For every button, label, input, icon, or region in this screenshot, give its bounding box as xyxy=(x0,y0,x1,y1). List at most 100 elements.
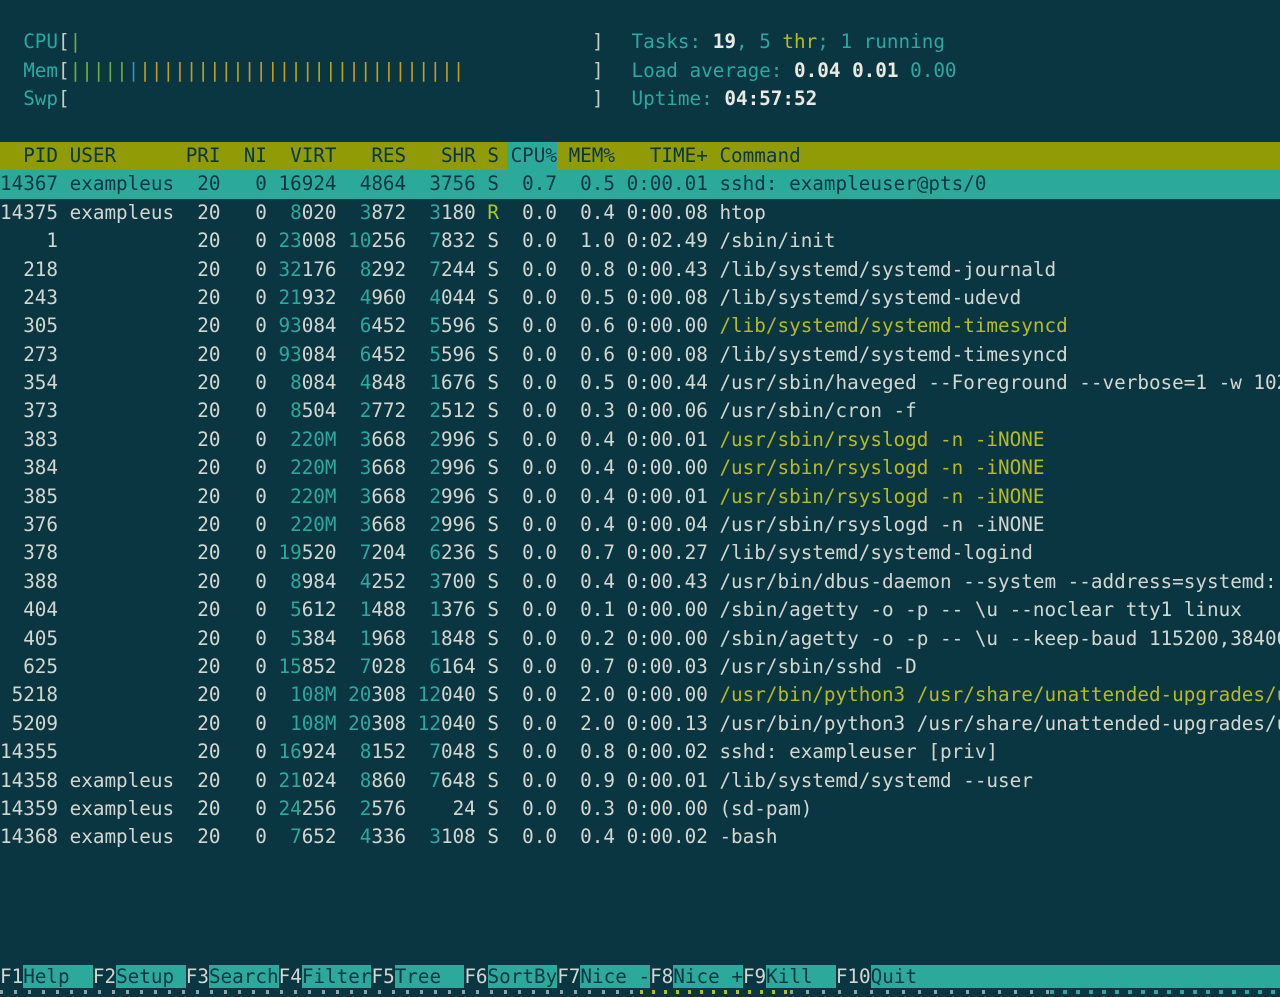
cell-time: 0:00.01 xyxy=(627,170,708,198)
fkey-action-kill[interactable]: Kill xyxy=(766,965,836,988)
column-header-mem[interactable]: MEM% xyxy=(569,142,615,170)
cell-s: S xyxy=(487,369,499,397)
column-header-cmd[interactable]: Command xyxy=(719,142,1280,170)
process-row-pid-384[interactable]: 384 20 0 220M 3668 2996 S 0.0 0.4 0:00.0… xyxy=(0,454,1280,482)
column-header-s[interactable]: S xyxy=(487,142,499,170)
process-row-pid-625[interactable]: 625 20 0 15852 7028 6164 S 0.0 0.7 0:00.… xyxy=(0,653,1280,681)
cell-pri: 20 xyxy=(186,511,221,539)
cell-time: 0:00.00 xyxy=(627,795,708,823)
column-header-shr[interactable]: SHR xyxy=(418,142,476,170)
process-row-pid-383[interactable]: 383 20 0 220M 3668 2996 S 0.0 0.4 0:00.0… xyxy=(0,426,1280,454)
cell-ni: 0 xyxy=(232,596,267,624)
cell-virt: 8504 xyxy=(279,397,337,425)
cell-cmd: /lib/systemd/systemd-timesyncd xyxy=(719,312,1280,340)
swp-meter-label: Swp xyxy=(23,85,58,113)
cell-virt: 93084 xyxy=(279,312,337,340)
cell-res: 3668 xyxy=(348,426,406,454)
fkey-f3[interactable]: F3 xyxy=(186,965,209,988)
fkey-action-quit[interactable]: Quit xyxy=(871,965,1280,988)
process-row-pid-14368[interactable]: 14368 exampleus 20 0 7652 4336 3108 S 0.… xyxy=(0,823,1280,851)
column-header-pri[interactable]: PRI xyxy=(186,142,221,170)
cell-shr: 12040 xyxy=(418,710,476,738)
cell-cpu: 0.0 xyxy=(511,738,557,766)
cell-mem: 0.5 xyxy=(569,170,615,198)
cell-ni: 0 xyxy=(232,710,267,738)
cell-mem: 0.2 xyxy=(569,625,615,653)
process-row-pid-373[interactable]: 373 20 0 8504 2772 2512 S 0.0 0.3 0:00.0… xyxy=(0,397,1280,425)
column-header-virt[interactable]: VIRT xyxy=(279,142,337,170)
cell-time: 0:00.08 xyxy=(627,341,708,369)
fkey-f9[interactable]: F9 xyxy=(743,965,766,988)
process-row-pid-14358[interactable]: 14358 exampleus 20 0 21024 8860 7648 S 0… xyxy=(0,767,1280,795)
cell-cpu: 0.0 xyxy=(511,625,557,653)
fkey-action-setup[interactable]: Setup xyxy=(116,965,186,988)
process-row-pid-385[interactable]: 385 20 0 220M 3668 2996 S 0.0 0.4 0:00.0… xyxy=(0,483,1280,511)
cell-shr: 2996 xyxy=(418,454,476,482)
fkey-f4[interactable]: F4 xyxy=(279,965,302,988)
fkey-f5[interactable]: F5 xyxy=(371,965,394,988)
cell-res: 3668 xyxy=(348,454,406,482)
mem-meter-label: Mem xyxy=(23,57,58,85)
cell-cpu: 0.0 xyxy=(511,483,557,511)
process-row-pid-305[interactable]: 305 20 0 93084 6452 5596 S 0.0 0.6 0:00.… xyxy=(0,312,1280,340)
cell-mem: 0.5 xyxy=(569,369,615,397)
cell-cmd: /usr/sbin/sshd -D xyxy=(719,653,1280,681)
process-row-pid-14375[interactable]: 14375 exampleus 20 0 8020 3872 3180 R 0.… xyxy=(0,199,1280,227)
process-row-pid-1[interactable]: 1 20 0 23008 10256 7832 S 0.0 1.0 0:02.4… xyxy=(0,227,1280,255)
cell-cmd: /lib/systemd/systemd-udevd xyxy=(719,284,1280,312)
process-row-pid-14355[interactable]: 14355 20 0 16924 8152 7048 S 0.0 0.8 0:0… xyxy=(0,738,1280,766)
fkey-f8[interactable]: F8 xyxy=(650,965,673,988)
cell-s: S xyxy=(487,653,499,681)
fkey-action-help[interactable]: Help xyxy=(23,965,93,988)
column-header-user[interactable]: USER xyxy=(70,142,174,170)
process-row-pid-388[interactable]: 388 20 0 8984 4252 3700 S 0.0 0.4 0:00.4… xyxy=(0,568,1280,596)
fkey-action-search[interactable]: Search xyxy=(209,965,279,988)
process-row-pid-5209[interactable]: 5209 20 0 108M 20308 12040 S 0.0 2.0 0:0… xyxy=(0,710,1280,738)
cell-s: S xyxy=(487,539,499,567)
process-row-pid-5218[interactable]: 5218 20 0 108M 20308 12040 S 0.0 2.0 0:0… xyxy=(0,681,1280,709)
process-row-pid-14359[interactable]: 14359 exampleus 20 0 24256 2576 24 S 0.0… xyxy=(0,795,1280,823)
fkey-f6[interactable]: F6 xyxy=(464,965,487,988)
column-header-time[interactable]: TIME+ xyxy=(627,142,708,170)
fkey-action-filter[interactable]: Filter xyxy=(302,965,372,988)
cell-pid: 218 xyxy=(0,256,58,284)
process-row-pid-218[interactable]: 218 20 0 32176 8292 7244 S 0.0 0.8 0:00.… xyxy=(0,256,1280,284)
cell-virt: 220M xyxy=(279,426,337,454)
cell-cpu: 0.0 xyxy=(511,227,557,255)
cell-ni: 0 xyxy=(232,227,267,255)
process-row-pid-378[interactable]: 378 20 0 19520 7204 6236 S 0.0 0.7 0:00.… xyxy=(0,539,1280,567)
fkey-action-sortby[interactable]: SortBy xyxy=(488,965,558,988)
fkey-f1[interactable]: F1 xyxy=(0,965,23,988)
process-row-pid-354[interactable]: 354 20 0 8084 4848 1676 S 0.0 0.5 0:00.4… xyxy=(0,369,1280,397)
cell-cmd: /usr/bin/python3 /usr/share/unattended-u… xyxy=(719,710,1280,738)
process-row-pid-273[interactable]: 273 20 0 93084 6452 5596 S 0.0 0.6 0:00.… xyxy=(0,341,1280,369)
fkey-f10[interactable]: F10 xyxy=(836,965,871,988)
fkey-f7[interactable]: F7 xyxy=(557,965,580,988)
cell-cpu: 0.0 xyxy=(511,369,557,397)
cell-pri: 20 xyxy=(186,227,221,255)
fkey-action-nice-[interactable]: Nice - xyxy=(580,965,650,988)
cell-user xyxy=(70,596,174,624)
cell-cmd: (sd-pam) xyxy=(719,795,1280,823)
column-header-pid[interactable]: PID xyxy=(0,142,58,170)
cell-cpu: 0.0 xyxy=(511,341,557,369)
fkey-f2[interactable]: F2 xyxy=(93,965,116,988)
cell-pri: 20 xyxy=(186,454,221,482)
fkey-action-nice-[interactable]: Nice + xyxy=(673,965,743,988)
process-row-pid-14367[interactable]: 14367 exampleus 20 0 16924 4864 3756 S 0… xyxy=(0,170,1280,198)
cell-res: 4864 xyxy=(348,170,406,198)
glyph-fragment xyxy=(0,990,640,994)
column-header-res[interactable]: RES xyxy=(348,142,406,170)
process-row-pid-405[interactable]: 405 20 0 5384 1968 1848 S 0.0 0.2 0:00.0… xyxy=(0,625,1280,653)
fkey-action-tree[interactable]: Tree xyxy=(395,965,465,988)
cell-pri: 20 xyxy=(186,397,221,425)
cell-ni: 0 xyxy=(232,653,267,681)
cell-pid: 405 xyxy=(0,625,58,653)
cell-pid: 14358 xyxy=(0,767,58,795)
process-row-pid-404[interactable]: 404 20 0 5612 1488 1376 S 0.0 0.1 0:00.0… xyxy=(0,596,1280,624)
process-row-pid-243[interactable]: 243 20 0 21932 4960 4044 S 0.0 0.5 0:00.… xyxy=(0,284,1280,312)
column-header-ni[interactable]: NI xyxy=(232,142,267,170)
process-row-pid-376[interactable]: 376 20 0 220M 3668 2996 S 0.0 0.4 0:00.0… xyxy=(0,511,1280,539)
cell-cpu: 0.0 xyxy=(511,511,557,539)
column-header-cpu[interactable]: CPU% xyxy=(511,142,557,170)
